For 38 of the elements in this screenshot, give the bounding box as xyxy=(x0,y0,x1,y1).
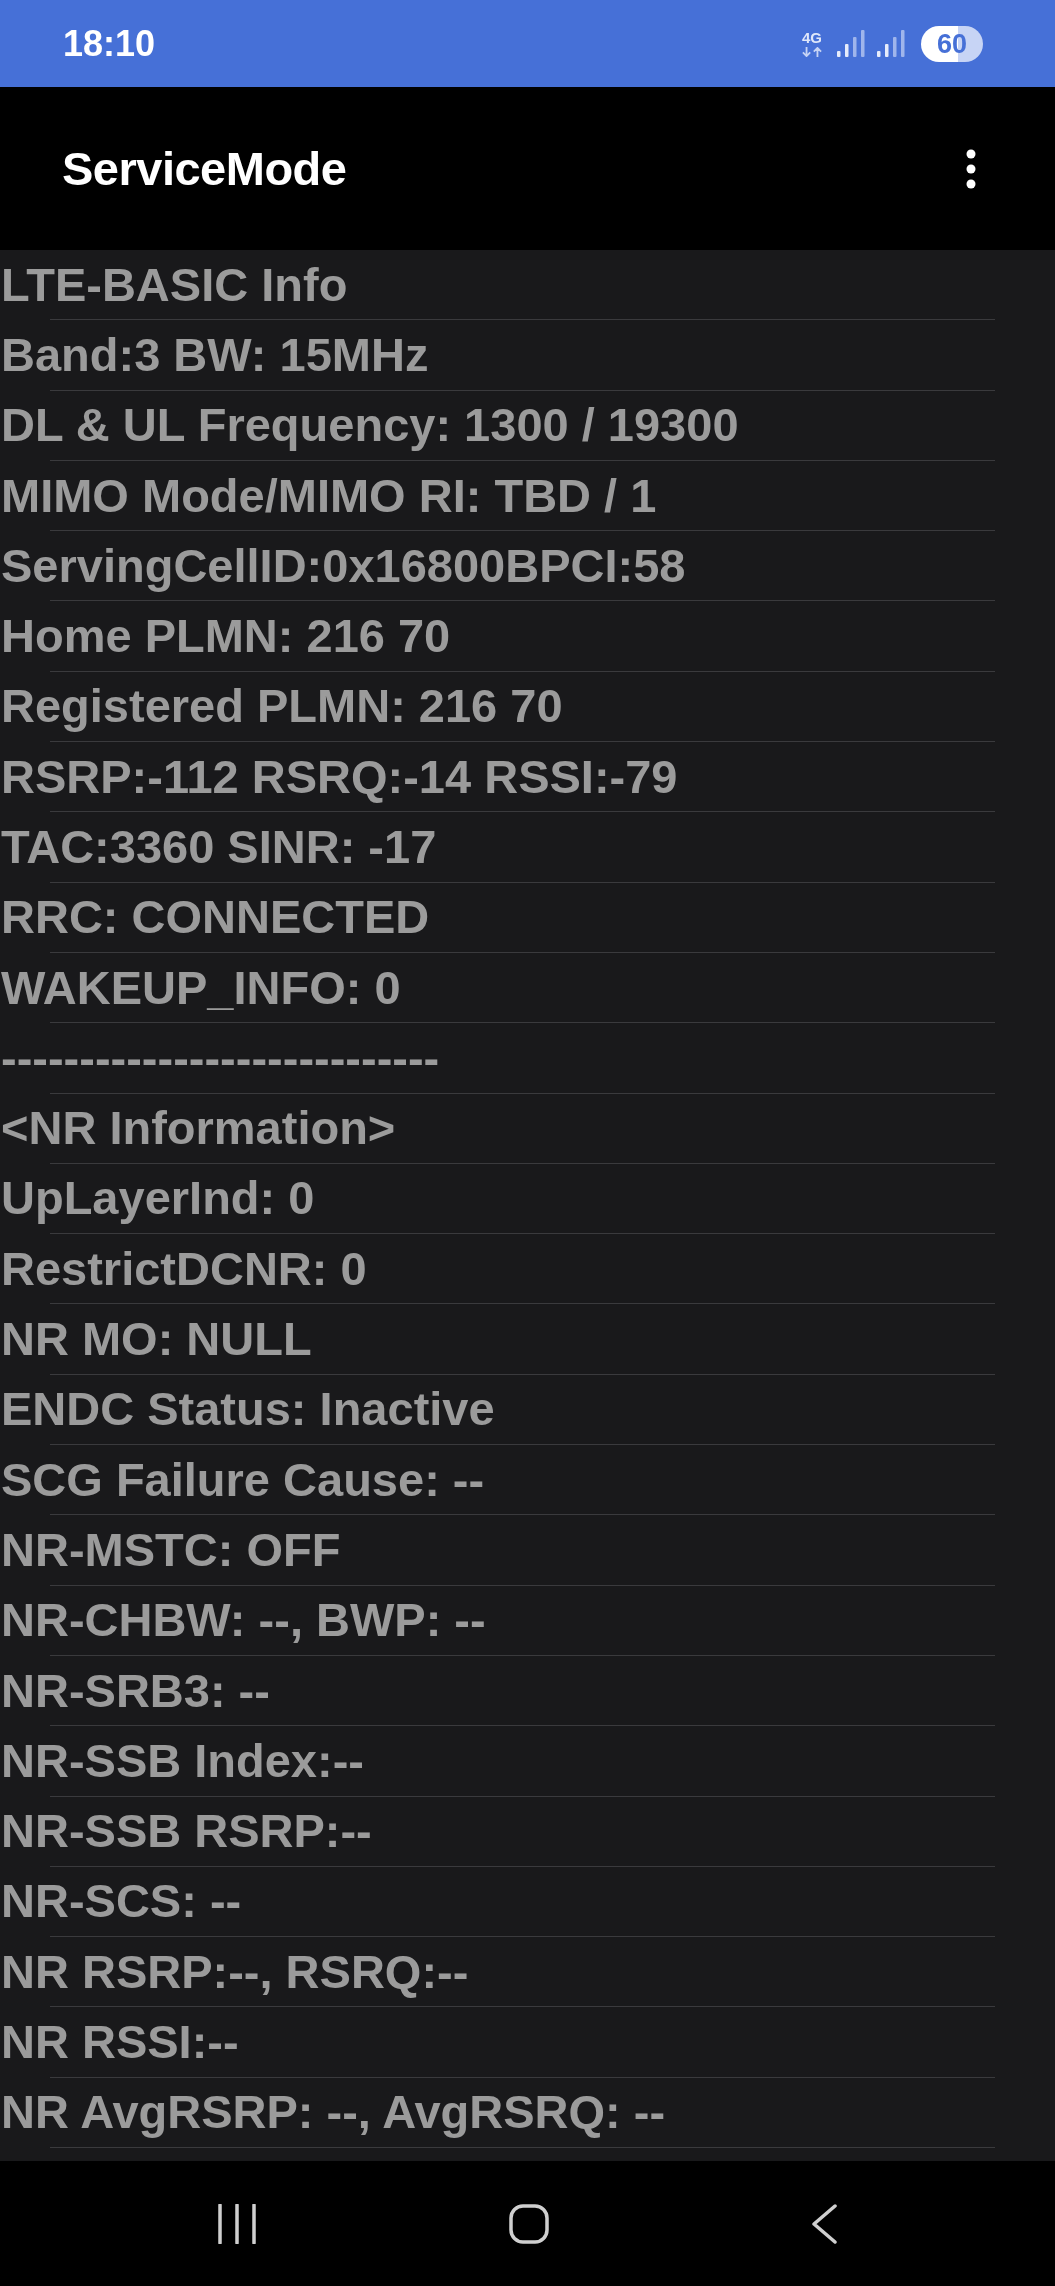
info-line: NR-SSB RSRP:-- xyxy=(1,1804,372,1859)
info-line: NR-CHBW: --, BWP: -- xyxy=(1,1593,486,1648)
info-line: NR RSSI:-- xyxy=(1,2015,239,2070)
info-line: RSRP:-112 RSRQ:-14 RSSI:-79 xyxy=(1,749,678,804)
recent-apps-icon[interactable] xyxy=(218,2203,256,2244)
info-line: SCG Failure Cause: -- xyxy=(1,1452,485,1507)
info-line: RRC: CONNECTED xyxy=(1,890,430,945)
info-line: MIMO Mode/MIMO RI: TBD / 1 xyxy=(1,468,657,523)
info-line: <NR Information> xyxy=(1,1101,396,1156)
info-line: NR AvgRSRP: --, AvgRSRQ: -- xyxy=(1,2085,666,2140)
info-line: UpLayerInd: 0 xyxy=(1,1171,315,1226)
info-line: NR-MSTC: OFF xyxy=(1,1522,341,1577)
info-line: LTE-BASIC Info xyxy=(1,257,348,312)
info-line: Home PLMN: 216 70 xyxy=(1,609,451,664)
data-arrows-icon xyxy=(801,47,823,57)
info-line: NR RSRP:--, RSRQ:-- xyxy=(1,1944,469,1999)
back-icon[interactable] xyxy=(811,2203,837,2244)
info-line: NR-SRB3: -- xyxy=(1,1663,270,1718)
signal-strength-icon xyxy=(837,30,865,57)
info-line: RestrictDCNR: 0 xyxy=(1,1241,367,1296)
info-line: DL & UL Frequency: 1300 / 19300 xyxy=(1,398,739,453)
info-line: ServingCellID:0x16800BPCI:58 xyxy=(1,538,686,593)
info-line: NR-SSB Index:-- xyxy=(1,1733,364,1788)
info-line: ENDC Status: Inactive xyxy=(1,1382,495,1437)
status-time: 18:10 xyxy=(63,22,156,65)
network-type-label: 4G xyxy=(802,30,822,45)
info-line: NR-SCS: -- xyxy=(1,1874,242,1929)
home-icon[interactable] xyxy=(509,2203,549,2244)
info-line: WAKEUP_INFO: 0 xyxy=(1,960,401,1015)
info-line: TAC:3360 SINR: -17 xyxy=(1,820,437,875)
info-line: NR MO: NULL xyxy=(1,1312,312,1367)
info-line: ---------------------------- xyxy=(1,1030,440,1085)
app-title: ServiceMode xyxy=(62,141,347,196)
info-line: Registered PLMN: 216 70 xyxy=(1,679,563,734)
more-options-icon[interactable] xyxy=(965,148,977,189)
signal-strength-icon xyxy=(877,30,905,57)
battery-indicator: 60 xyxy=(921,25,983,62)
info-line: Band:3 BW: 15MHz xyxy=(1,327,429,382)
